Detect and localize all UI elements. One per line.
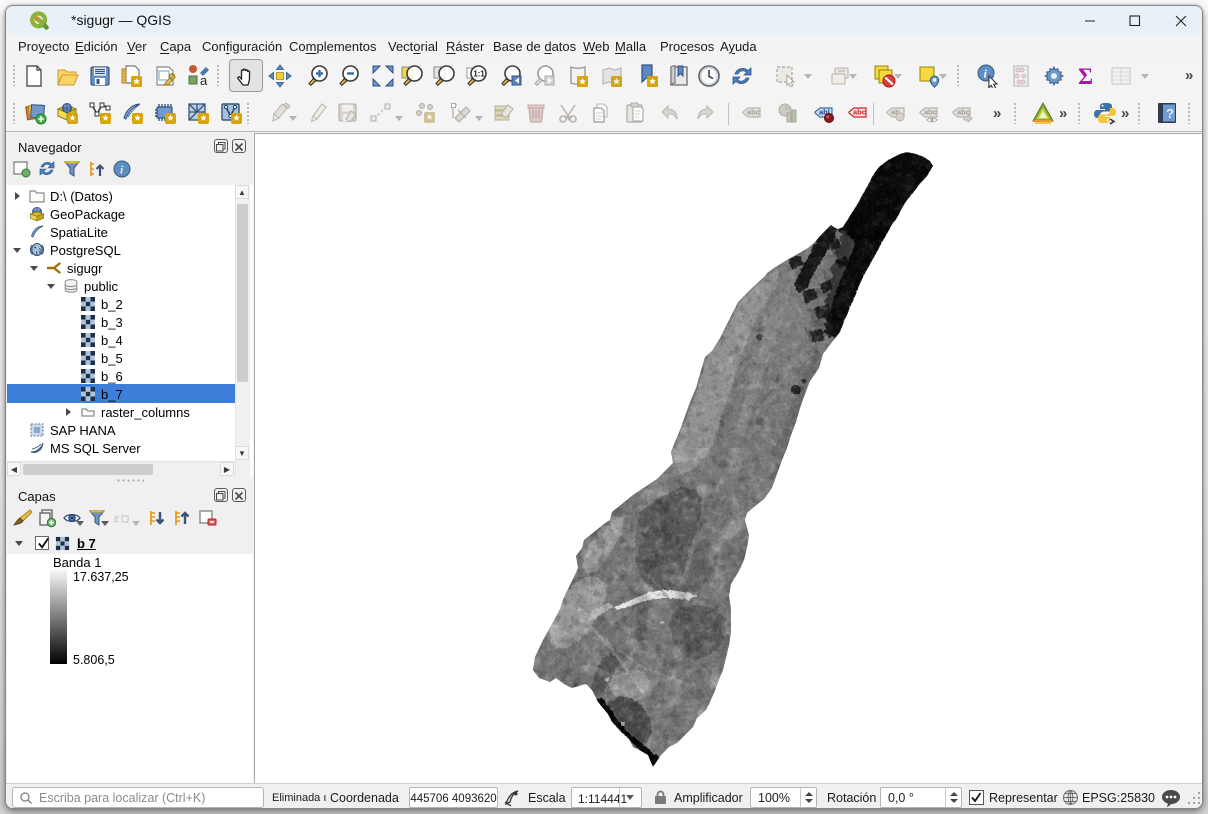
svg-text:Σ: Σ	[1078, 64, 1093, 88]
svg-text:?: ?	[1166, 106, 1174, 121]
svg-text:1:1: 1:1	[473, 70, 485, 79]
svg-text:a: a	[200, 73, 208, 88]
svg-text:abc: abc	[747, 108, 760, 117]
svg-text:abc: abc	[924, 108, 937, 117]
svg-text:ε: ε	[114, 510, 120, 525]
svg-text:abc: abc	[853, 108, 866, 117]
